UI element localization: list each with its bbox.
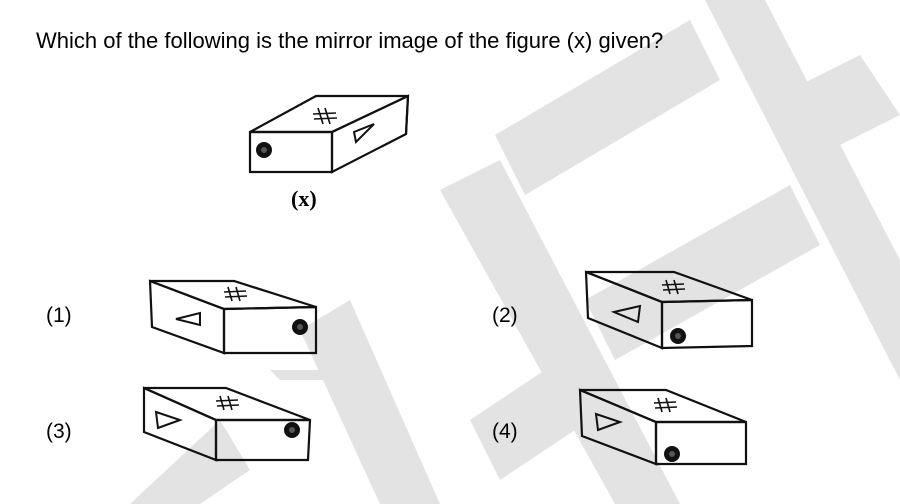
hash-icon [215, 395, 240, 411]
watermark-logo [130, 0, 900, 504]
hash-icon [312, 107, 338, 125]
hash-icon [661, 279, 686, 295]
hash-icon [223, 286, 248, 302]
triangle-right-icon [594, 412, 624, 432]
figure-label: (x) [291, 186, 317, 211]
dot-icon [670, 328, 686, 344]
option-1-label[interactable]: (1) [46, 304, 72, 328]
triangle-right-icon [352, 123, 375, 145]
dot-icon [292, 319, 308, 335]
option-2-box[interactable] [582, 268, 758, 354]
option-4-box[interactable] [574, 384, 752, 468]
option-4-label[interactable]: (4) [492, 420, 518, 444]
option-2-label[interactable]: (2) [492, 304, 518, 328]
dot-icon [256, 142, 272, 158]
hash-icon [653, 397, 678, 413]
option-3-box[interactable] [138, 382, 314, 466]
triangle-right-icon [154, 410, 184, 430]
question-text: Which of the following is the mirror ima… [36, 28, 664, 53]
triangle-left-icon [175, 311, 201, 327]
option-1-box[interactable] [144, 275, 322, 359]
dot-icon [284, 422, 300, 438]
dot-icon [664, 446, 680, 462]
triangle-left-icon [610, 304, 642, 324]
figure-x-box [248, 94, 410, 174]
option-3-label[interactable]: (3) [46, 420, 72, 444]
